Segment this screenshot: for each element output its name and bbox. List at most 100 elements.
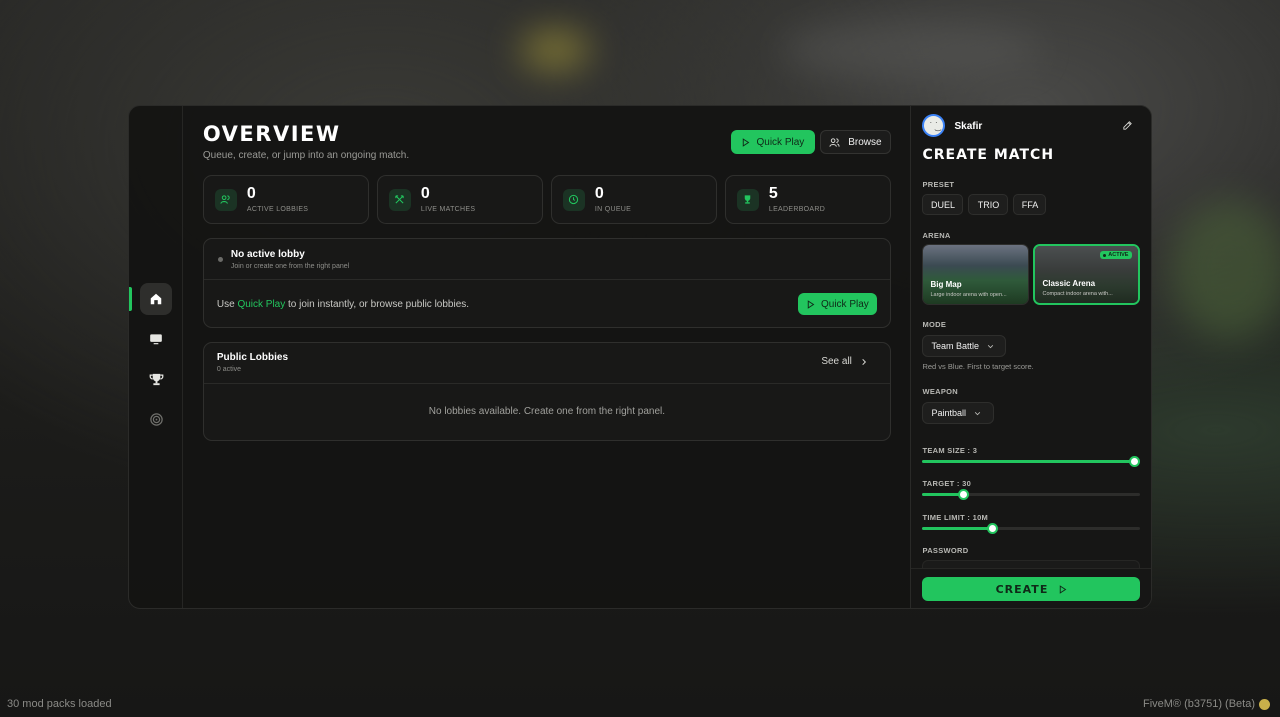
active-badge: ACTIVE: [1100, 251, 1133, 259]
mode-label: MODE: [922, 320, 947, 329]
edit-icon[interactable]: [1122, 120, 1133, 131]
avatar[interactable]: ˙ ͜˙: [922, 114, 946, 137]
arena-name: Classic Arena: [1042, 279, 1096, 288]
preset-ffa[interactable]: FFA: [1013, 194, 1047, 215]
lobby-status: No active lobby Join or create one from …: [203, 239, 890, 280]
stat-label: ACTIVE LOBBIES: [246, 206, 309, 213]
browse-label: Browse: [848, 136, 882, 148]
empty-lobbies-message: No lobbies available. Create one from th…: [428, 406, 666, 417]
stat-live-matches: 0 LIVE MATCHES: [376, 175, 543, 224]
slider-thumb[interactable]: [958, 489, 970, 500]
lobby-message-prefix: Use: [216, 299, 238, 310]
mode-hint: Red vs Blue. First to target score.: [922, 362, 1034, 371]
slider-fill: [922, 460, 1141, 463]
stat-in-queue: 0 IN QUEUE: [550, 175, 717, 224]
time-limit-label: TIME LIMIT : 10M: [922, 513, 989, 522]
main-content: OVERVIEW Queue, create, or jump into an …: [183, 106, 911, 608]
slider-fill: [922, 527, 993, 530]
weapon-select[interactable]: Paintball: [922, 402, 995, 424]
page-title: OVERVIEW: [202, 122, 341, 146]
sidebar-item-target[interactable]: [140, 403, 172, 435]
clock-icon: [562, 188, 585, 211]
public-lobbies-count: 0 active: [216, 366, 242, 373]
quick-play-link[interactable]: Quick Play: [237, 299, 285, 310]
stat-label: IN QUEUE: [594, 206, 632, 213]
sidebar-item-monitor[interactable]: [140, 323, 172, 355]
badge-label: ACTIVE: [1108, 252, 1129, 258]
quick-play-label: Quick Play: [756, 136, 805, 148]
home-icon: [150, 293, 162, 305]
monitor-icon: [150, 334, 162, 345]
preset-trio[interactable]: TRIO: [968, 194, 1009, 215]
arena-label: ARENA: [922, 231, 951, 240]
users-icon: [214, 188, 237, 211]
arena-classic-arena[interactable]: ACTIVE Classic Arena Compact indoor aren…: [1033, 244, 1141, 305]
stat-label: LIVE MATCHES: [420, 206, 476, 213]
team-size-label: TEAM SIZE : 3: [922, 446, 978, 455]
fivem-version-label: FiveM® (b3751) (Beta): [1142, 698, 1255, 710]
preset-duel[interactable]: DUEL: [922, 194, 964, 215]
public-lobbies-title: Public Lobbies: [216, 352, 289, 363]
mode-select[interactable]: Team Battle: [922, 335, 1007, 357]
create-match-panel: ˙ ͜˙ Skafir CREATE MATCH PRESET DUEL TRI…: [910, 106, 1151, 608]
arena-desc: Compact indoor arena with...: [1042, 291, 1113, 297]
trophy-icon: [149, 373, 163, 385]
arena-big-map[interactable]: Big Map Large indoor arena with open...: [922, 244, 1030, 305]
fivem-logo-icon: [1259, 698, 1270, 710]
sidebar-item-home[interactable]: [140, 283, 172, 315]
target-label: TARGET : 30: [922, 479, 972, 488]
crossed-swords-icon: [388, 188, 411, 211]
username: Skafir: [954, 121, 983, 132]
stat-leaderboard[interactable]: 5 LEADERBOARD: [724, 175, 891, 224]
see-all-link[interactable]: See all: [821, 356, 868, 367]
trophy-icon: [736, 188, 759, 211]
stat-value: 0: [594, 185, 604, 202]
arena-name: Big Map: [930, 280, 962, 289]
play-icon: [1060, 584, 1067, 594]
see-all-label: See all: [821, 356, 852, 367]
slider-thumb[interactable]: [987, 523, 999, 534]
panel-title: CREATE MATCH: [922, 147, 1055, 163]
lobby-message-suffix: to join instantly, or browse public lobb…: [285, 299, 470, 310]
create-bar: CREATE: [911, 568, 1151, 608]
preset-label: PRESET: [922, 180, 955, 189]
weapon-value: Paintball: [931, 408, 966, 418]
users-icon: [829, 137, 840, 147]
public-lobbies-card: Public Lobbies 0 active See all No lobbi…: [202, 342, 891, 441]
create-button[interactable]: CREATE: [922, 577, 1141, 601]
mode-value: Team Battle: [931, 341, 979, 351]
slider-thumb[interactable]: [1129, 456, 1141, 467]
browse-button[interactable]: Browse: [819, 130, 891, 154]
public-lobbies-header: Public Lobbies 0 active See all: [203, 343, 890, 384]
target-icon: [149, 412, 163, 426]
page-subtitle: Queue, create, or jump into an ongoing m…: [202, 150, 410, 161]
slider-fill: [922, 493, 964, 496]
stat-label: LEADERBOARD: [768, 206, 826, 213]
fivem-version: FiveM® (b3751) (Beta): [1143, 698, 1270, 710]
quick-play-button[interactable]: Quick Play: [730, 130, 815, 154]
stat-active-lobbies: 0 ACTIVE LOBBIES: [202, 175, 369, 224]
lobby-quick-play-button[interactable]: Quick Play: [797, 293, 877, 315]
create-label: CREATE: [995, 582, 1049, 596]
stat-value: 0: [246, 185, 256, 202]
team-size-slider[interactable]: [922, 456, 1141, 467]
target-slider[interactable]: [922, 489, 1141, 500]
play-icon: [743, 137, 750, 147]
stat-value: 0: [420, 185, 430, 202]
chevron-down-icon: [974, 411, 981, 415]
mod-packs-status: 30 mod packs loaded: [7, 698, 112, 710]
password-label: PASSWORD: [922, 546, 969, 555]
quick-play-label: Quick Play: [820, 298, 869, 310]
time-limit-slider[interactable]: [922, 523, 1141, 534]
stats-row: 0 ACTIVE LOBBIES 0 LIVE MATCHES 0 IN QUE…: [202, 175, 891, 224]
weapon-label: WEAPON: [922, 387, 959, 396]
sidebar: [129, 106, 183, 608]
sidebar-item-trophy[interactable]: [140, 363, 172, 395]
lobby-subtitle: Join or create one from the right panel: [230, 263, 350, 270]
lobby-title: No active lobby: [230, 249, 305, 260]
avatar-face-icon: ˙ ͜˙: [929, 120, 939, 131]
play-icon: [807, 299, 815, 309]
chevron-right-icon: [862, 358, 866, 365]
stat-value: 5: [768, 185, 778, 202]
app-window: OVERVIEW Queue, create, or jump into an …: [128, 105, 1152, 609]
